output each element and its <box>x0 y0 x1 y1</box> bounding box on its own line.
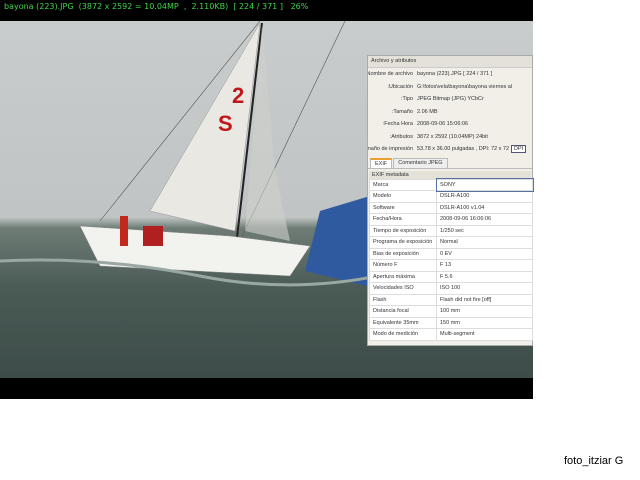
attr-label: Atributos: <box>389 133 413 140</box>
exif-value[interactable]: DSLR-A100 <box>436 190 533 203</box>
exif-row[interactable]: Apertura máxima F 5.6 <box>369 270 533 283</box>
svg-text:2: 2 <box>232 83 244 108</box>
exif-key: Modo de medición <box>369 328 437 341</box>
attr-label: Tamaño de impresión: <box>368 146 413 153</box>
exif-key: Bias de exposición <box>369 247 437 260</box>
exif-value[interactable]: F 5.6 <box>436 270 533 283</box>
attr-size: Tamaño: 2.06 MB <box>368 106 532 119</box>
attr-label: Ubicación: <box>387 83 413 90</box>
exif-row[interactable]: Velocidades ISO ISO 100 <box>369 282 533 295</box>
exif-key: Velocidades ISO <box>369 282 437 295</box>
exif-row[interactable]: Distancia focal 100 mm <box>369 305 533 318</box>
attr-label: Fecha Hora: <box>382 121 413 128</box>
exif-row[interactable]: Programa de exposición Normal <box>369 236 533 249</box>
attr-label: Tamaño: <box>391 108 413 115</box>
exif-row[interactable]: Bias de exposición 0 EV <box>369 247 533 260</box>
exif-value[interactable]: Flash did not fire [off] <box>436 293 533 306</box>
tab-jpeg-comment[interactable]: Comentario JPEG <box>393 157 448 168</box>
exif-value[interactable]: SONY <box>435 178 534 192</box>
attr-filename: Nombre de archivo: bayona (223).JPG [ 224… <box>368 68 532 81</box>
status-bar: bayona (223).JPG (3872 x 2592 = 10.04MP … <box>4 2 309 11</box>
panel-title: Archivo y atributos <box>368 56 532 68</box>
exif-row[interactable]: Marca SONY <box>369 178 534 192</box>
exif-row[interactable]: Equivalente 35mm 150 mm <box>369 316 533 329</box>
exif-key: Apertura máxima <box>369 270 437 283</box>
attributes-section: Nombre de archivo: bayona (223).JPG [ 224… <box>368 68 532 156</box>
exif-row[interactable]: Tiempo de exposición 1/250 sec <box>369 224 533 237</box>
exif-value[interactable]: DSLR-A100 v1.04 <box>436 201 533 214</box>
exif-header: EXIF metadata <box>369 170 531 179</box>
attr-value: G:\fotos\vela\bayona\bayona viernes al <box>417 83 513 90</box>
exif-key: Distancia focal <box>369 305 437 318</box>
exif-value[interactable]: Multi-segment <box>436 328 533 341</box>
exif-row[interactable]: Fecha/Hora 2008-09-06 16:06:06 <box>369 213 533 226</box>
exif-key: Número F <box>369 259 437 272</box>
attr-type: Tipo: JPEG Bitmap (JPG) YCbCr <box>368 93 532 106</box>
tab-bar: EXIF Comentario JPEG <box>368 157 532 169</box>
photo-credit: foto_itziar G <box>564 455 624 467</box>
attr-value: 2008-09-06 15:06:06 <box>417 121 469 128</box>
exif-value[interactable]: Normal <box>436 236 533 249</box>
attr-value: 53.78 x 36.00 pulgadas , DPI: 72 x 72 <box>417 146 510 153</box>
attr-label: Tipo: <box>400 96 413 103</box>
exif-key: Software <box>369 201 437 214</box>
exif-row[interactable]: Modelo DSLR-A100 <box>369 190 533 203</box>
exif-key: Equivalente 35mm <box>369 316 437 329</box>
exif-key: Modelo <box>369 190 437 203</box>
attr-value: 2.06 MB <box>417 108 438 115</box>
exif-value[interactable]: 1/250 sec <box>436 224 533 237</box>
attr-label: Nombre de archivo: <box>368 71 413 78</box>
attr-attributes: Atributos: 3872 x 2592 (10.04MP) 24bit <box>368 131 532 144</box>
exif-value[interactable]: 0 EV <box>436 247 533 260</box>
exif-key: Marca <box>369 178 437 191</box>
exif-table: Marca SONY Modelo DSLR-A100 Software DSLR-A10… <box>369 178 534 341</box>
exif-row[interactable]: Software DSLR-A100 v1.04 <box>369 201 533 214</box>
exif-key: Flash <box>369 293 437 306</box>
attr-value: JPEG Bitmap (JPG) YCbCr <box>417 96 484 103</box>
tab-exif[interactable]: EXIF <box>370 157 393 168</box>
exif-row[interactable]: Número FF 13 <box>369 259 533 272</box>
exif-value[interactable]: 100 mm <box>436 305 533 318</box>
attr-print-size: Tamaño de impresión: 53.78 x 36.00 pulgad… <box>368 143 532 156</box>
exif-row[interactable]: Modo de medición Multi-segment <box>369 328 533 341</box>
attr-datetime: Fecha Hora: 2008-09-06 15:06:06 <box>368 118 532 131</box>
svg-text:S: S <box>218 111 233 136</box>
exif-row[interactable]: Flash Flash did not fire [off] <box>369 293 533 306</box>
exif-key: Tiempo de exposición <box>369 224 437 237</box>
exif-value[interactable]: F 13 <box>436 259 533 272</box>
exif-key: Fecha/Hora <box>369 213 437 226</box>
exif-key: Programa de exposición <box>369 236 437 249</box>
exif-value[interactable]: ISO 100 <box>436 282 533 295</box>
exif-value[interactable]: 2008-09-06 16:06:06 <box>436 213 533 226</box>
file-info-panel: Archivo y atributos Nombre de archivo: ba… <box>367 55 534 346</box>
attr-value: 3872 x 2592 (10.04MP) 24bit <box>417 133 488 140</box>
dpi-button[interactable]: DPI <box>511 145 527 154</box>
exif-value[interactable]: 150 mm <box>436 316 533 329</box>
attr-value: bayona (223).JPG [ 224 / 371 ] <box>417 71 493 78</box>
attr-location: Ubicación: G:\fotos\vela\bayona\bayona vi… <box>368 81 532 94</box>
